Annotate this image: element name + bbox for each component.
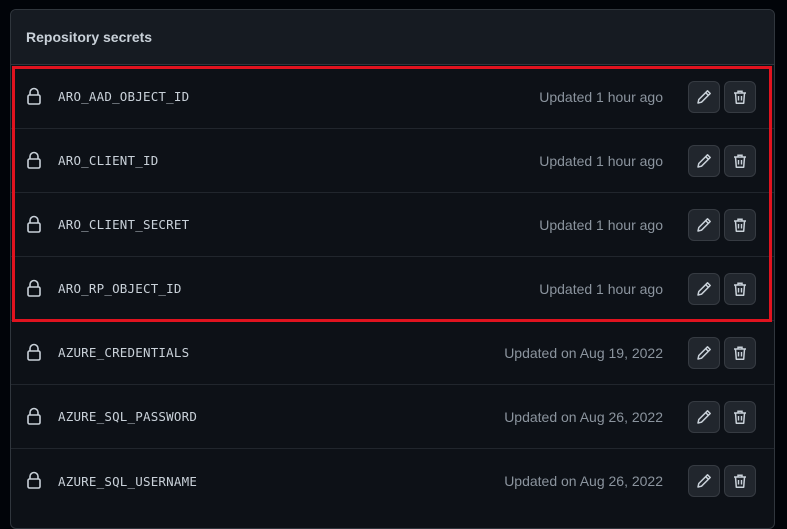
secret-row: AZURE_SQL_PASSWORD Updated on Aug 26, 20… [11,385,774,449]
delete-secret-button[interactable] [724,145,756,177]
edit-secret-button[interactable] [688,145,720,177]
pencil-icon [697,346,711,360]
trash-icon [734,282,746,296]
secret-name: ARO_CLIENT_ID [58,153,159,168]
delete-secret-button[interactable] [724,273,756,305]
updated-time: Updated on Aug 26, 2022 [504,473,663,489]
secret-row: AZURE_CREDENTIALS Updated on Aug 19, 202… [11,321,774,385]
lock-icon [27,215,41,233]
lock-icon [27,87,41,105]
updated-time: Updated 1 hour ago [539,152,663,169]
trash-icon [734,410,746,424]
pencil-icon [697,474,711,488]
updated-time: Updated 1 hour ago [539,280,663,297]
lock-icon [27,151,41,169]
delete-secret-button[interactable] [724,401,756,433]
delete-secret-button[interactable] [724,465,756,497]
trash-icon [734,474,746,488]
edit-secret-button[interactable] [688,209,720,241]
secret-name: AZURE_SQL_PASSWORD [58,409,198,424]
updated-time: Updated 1 hour ago [539,216,663,233]
panel-title: Repository secrets [11,10,774,65]
secret-row: ARO_RP_OBJECT_ID Updated 1 hour ago [11,257,774,321]
lock-icon [27,279,41,297]
edit-secret-button[interactable] [688,81,720,113]
secret-name: AZURE_CREDENTIALS [58,345,190,360]
pencil-icon [697,90,711,104]
secret-row: AZURE_SQL_USERNAME Updated on Aug 26, 20… [11,449,774,513]
edit-secret-button[interactable] [688,273,720,305]
secret-row: ARO_CLIENT_ID Updated 1 hour ago [11,129,774,193]
repository-secrets-panel: Repository secrets ARO_AAD_OBJECT_ID Upd… [10,9,775,529]
edit-secret-button[interactable] [688,465,720,497]
updated-time: Updated 1 hour ago [539,88,663,105]
secret-row: ARO_AAD_OBJECT_ID Updated 1 hour ago [11,65,774,129]
lock-icon [27,343,41,361]
delete-secret-button[interactable] [724,209,756,241]
trash-icon [734,346,746,360]
pencil-icon [697,282,711,296]
delete-secret-button[interactable] [724,81,756,113]
pencil-icon [697,154,711,168]
edit-secret-button[interactable] [688,401,720,433]
trash-icon [734,90,746,104]
trash-icon [734,218,746,232]
trash-icon [734,154,746,168]
secret-row: ARO_CLIENT_SECRET Updated 1 hour ago [11,193,774,257]
lock-icon [27,407,41,425]
lock-icon [27,471,41,489]
secret-name: AZURE_SQL_USERNAME [58,473,198,489]
secret-name: ARO_AAD_OBJECT_ID [58,89,190,104]
pencil-icon [697,410,711,424]
edit-secret-button[interactable] [688,337,720,369]
secret-name: ARO_CLIENT_SECRET [58,217,190,232]
updated-time: Updated on Aug 19, 2022 [504,344,663,361]
delete-secret-button[interactable] [724,337,756,369]
pencil-icon [697,218,711,232]
secret-name: ARO_RP_OBJECT_ID [58,281,182,296]
updated-time: Updated on Aug 26, 2022 [504,408,663,425]
